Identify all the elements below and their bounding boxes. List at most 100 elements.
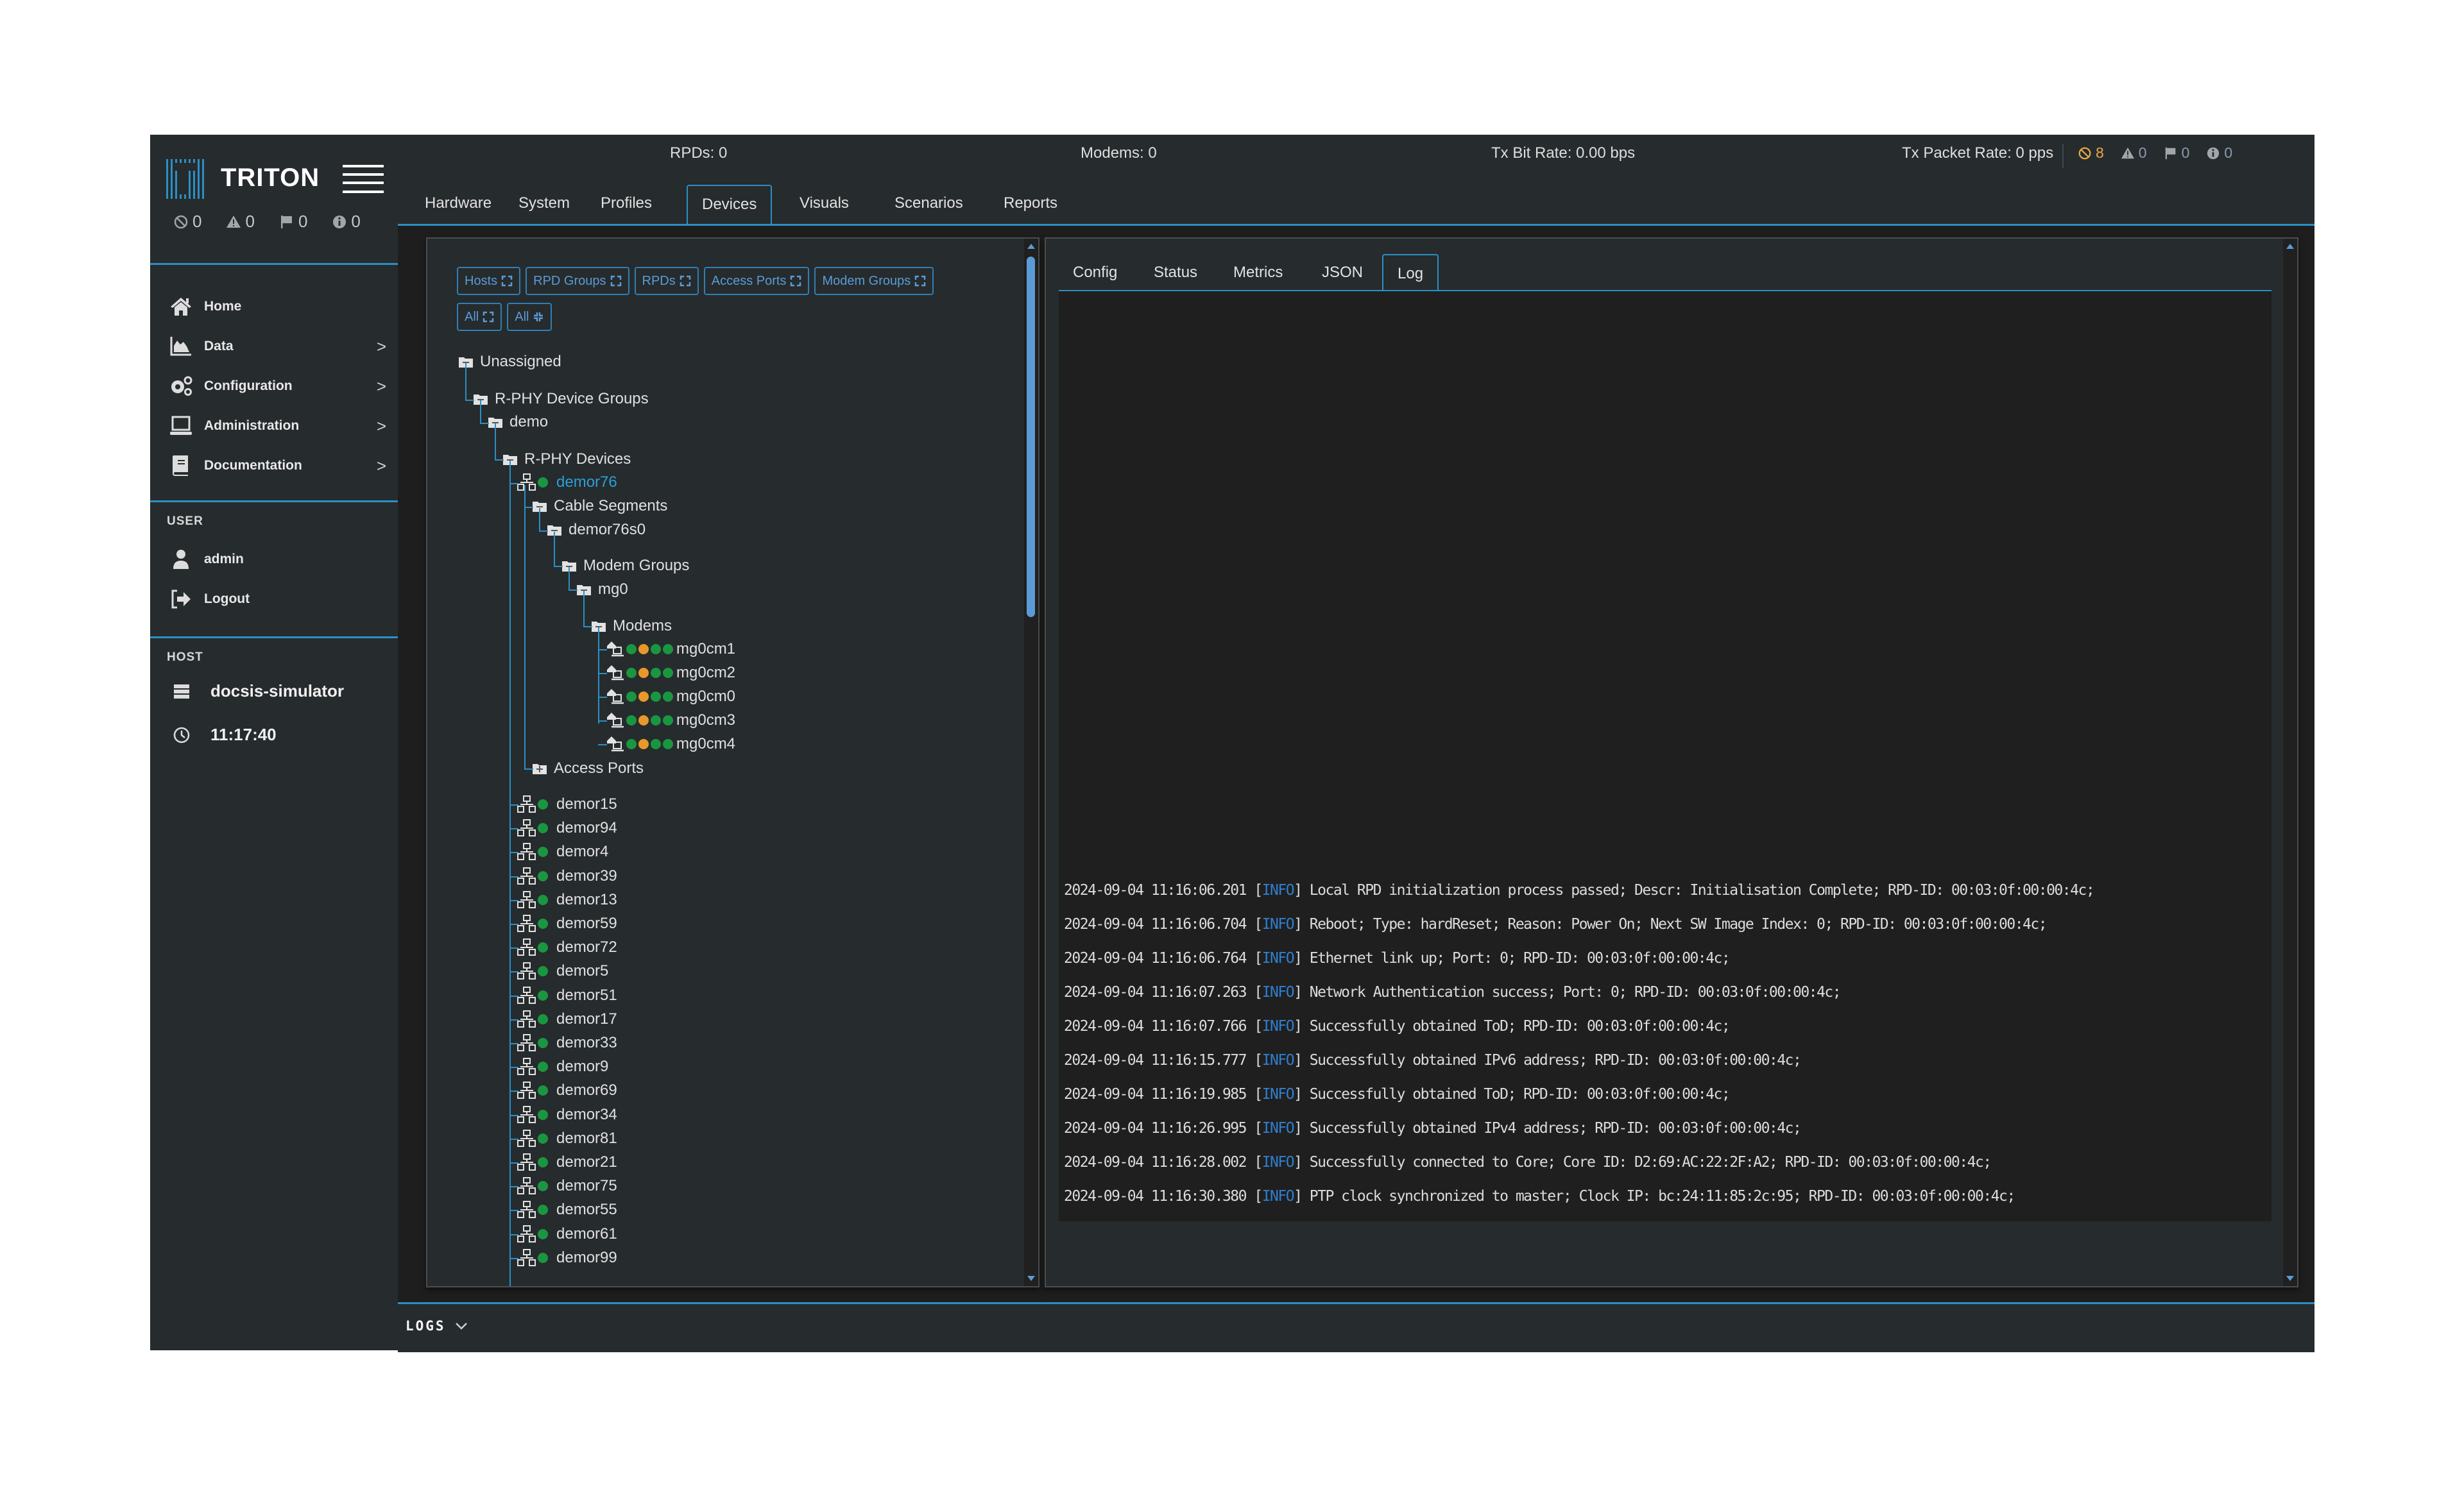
tree-connector	[598, 720, 607, 722]
host-section-heading: HOST	[167, 650, 203, 664]
info-count[interactable]: 0	[332, 212, 361, 232]
tree-node-device[interactable]: demor13	[517, 888, 617, 912]
tree-connector	[598, 697, 607, 698]
tree-node-modem[interactable]: mg0cm0	[606, 685, 735, 708]
network-device-icon	[517, 1010, 536, 1029]
tab-hardware[interactable]: Hardware	[411, 185, 506, 224]
tree-node-segment[interactable]: demor76s0	[547, 518, 646, 541]
tree-node-device[interactable]: demor5	[517, 960, 608, 983]
tree-node-device[interactable]: demor99	[517, 1246, 617, 1269]
tree-node-modem[interactable]: mg0cm3	[606, 709, 735, 732]
user-profile-link[interactable]: admin	[168, 543, 386, 575]
tree-node-rphy-devices[interactable]: R-PHY Devices	[502, 448, 631, 471]
flag-count[interactable]: 0	[2164, 144, 2189, 162]
status-dot	[538, 966, 548, 977]
tab-visuals[interactable]: Visuals	[785, 185, 863, 224]
scroll-up-icon[interactable]	[2286, 244, 2294, 249]
tab-devices[interactable]: Devices	[687, 185, 773, 224]
tree-connector	[509, 1186, 518, 1188]
tab-metrics[interactable]: Metrics	[1219, 254, 1297, 291]
tree-node-modem-groups[interactable]: Modem Groups	[561, 554, 689, 577]
tree-node-cable-segments[interactable]: Cable Segments	[532, 495, 667, 518]
chart-area-icon	[168, 335, 194, 358]
tab-system[interactable]: System	[504, 185, 584, 224]
blocked-count[interactable]: 8	[2078, 144, 2104, 162]
tree-node-label: demor17	[556, 1010, 617, 1028]
tree-node-device-selected[interactable]: demor76	[517, 471, 617, 494]
nav-data[interactable]: Data >	[168, 330, 386, 362]
status-dot	[538, 1085, 548, 1096]
tab-config[interactable]: Config	[1059, 254, 1131, 291]
nav-home[interactable]: Home	[168, 291, 386, 323]
detail-scrollbar[interactable]	[2283, 239, 2297, 1286]
info-count[interactable]: 0	[2206, 144, 2232, 162]
tab-log[interactable]: Log	[1382, 254, 1439, 291]
log-entry: 2024-09-04 11:16:19.985 [INFO] Successfu…	[1064, 1086, 1731, 1103]
app-window: TRITON 0 0 0 0 Home Data > Configuration…	[150, 135, 2314, 1352]
tab-status[interactable]: Status	[1140, 254, 1211, 291]
tree-node-label: demor75	[556, 1177, 617, 1195]
tree-connector	[509, 804, 518, 806]
tree-node-device[interactable]: demor55	[517, 1198, 617, 1221]
tree-connector	[509, 828, 518, 830]
tree-scrollbar[interactable]	[1024, 239, 1038, 1286]
logs-toggle-button[interactable]: LOGS	[406, 1318, 468, 1334]
tree-node-unassigned[interactable]: Unassigned	[458, 350, 561, 373]
tree-connector	[598, 673, 607, 674]
tree-node-label: demor51	[556, 986, 617, 1004]
blocked-count[interactable]: 0	[173, 212, 201, 232]
log-level: INFO	[1262, 1018, 1295, 1035]
tree-node-device[interactable]: demor61	[517, 1223, 617, 1246]
scroll-up-icon[interactable]	[1027, 244, 1035, 249]
tree-connector	[509, 483, 518, 484]
tree-node-device[interactable]: demor51	[517, 984, 617, 1007]
tab-json[interactable]: JSON	[1308, 254, 1377, 291]
info-icon	[2206, 146, 2220, 160]
tree-node-device[interactable]: demor4	[517, 840, 608, 863]
tree-node-rphy-device-groups[interactable]: R-PHY Device Groups	[473, 387, 649, 411]
status-dot	[638, 668, 649, 678]
tree-node-modems[interactable]: Modems	[591, 615, 672, 638]
tree-node-modem[interactable]: mg0cm4	[606, 733, 735, 756]
tree-node-device[interactable]: demor94	[517, 817, 617, 840]
tree-node-device[interactable]: demor34	[517, 1103, 617, 1126]
logout-button[interactable]: Logout	[168, 583, 386, 615]
status-dot	[663, 644, 673, 654]
menu-toggle-button[interactable]	[343, 165, 384, 193]
warning-count[interactable]: 0	[226, 212, 255, 232]
tree-connector	[495, 459, 504, 461]
tree-node-demo[interactable]: demo	[488, 411, 548, 434]
tree-node-modem[interactable]: mg0cm1	[606, 638, 735, 661]
status-dot	[626, 739, 637, 749]
tree-node-device[interactable]: demor59	[517, 912, 617, 935]
tree-node-device[interactable]: demor72	[517, 936, 617, 959]
scroll-down-icon[interactable]	[1027, 1276, 1035, 1281]
tab-scenarios[interactable]: Scenarios	[880, 185, 977, 224]
tree-node-device[interactable]: demor81	[517, 1127, 617, 1150]
tree-node-device[interactable]: demor17	[517, 1008, 617, 1031]
tree-node-device[interactable]: demor75	[517, 1175, 617, 1198]
nav-configuration[interactable]: Configuration >	[168, 370, 386, 402]
scroll-down-icon[interactable]	[2286, 1276, 2294, 1281]
warning-count[interactable]: 0	[2121, 144, 2147, 162]
tree-node-device[interactable]: demor39	[517, 865, 617, 888]
divider	[2062, 144, 2064, 168]
tree-connector	[480, 400, 481, 423]
tree-node-modem[interactable]: mg0cm2	[606, 661, 735, 684]
tree-node-device[interactable]: demor15	[517, 793, 617, 816]
scrollbar-thumb[interactable]	[1027, 257, 1035, 617]
info-icon	[332, 214, 347, 230]
nav-documentation[interactable]: Documentation >	[168, 450, 386, 482]
nav-administration[interactable]: Administration >	[168, 410, 386, 442]
tree-node-device[interactable]: demor69	[517, 1079, 617, 1102]
home-icon	[168, 295, 194, 318]
flag-count[interactable]: 0	[279, 212, 307, 232]
tab-profiles[interactable]: Profiles	[586, 185, 666, 224]
tree-node-device[interactable]: demor21	[517, 1151, 617, 1174]
log-message: Network Authentication success; Port: 0;…	[1309, 984, 1842, 1001]
log-timestamp: 2024-09-04 11:16:06.201	[1064, 882, 1247, 899]
tree-node-device[interactable]: demor33	[517, 1031, 617, 1055]
tab-reports[interactable]: Reports	[989, 185, 1072, 224]
tree-node-access-ports[interactable]: Access Ports	[532, 757, 644, 780]
tree-node-device[interactable]: demor9	[517, 1055, 608, 1078]
